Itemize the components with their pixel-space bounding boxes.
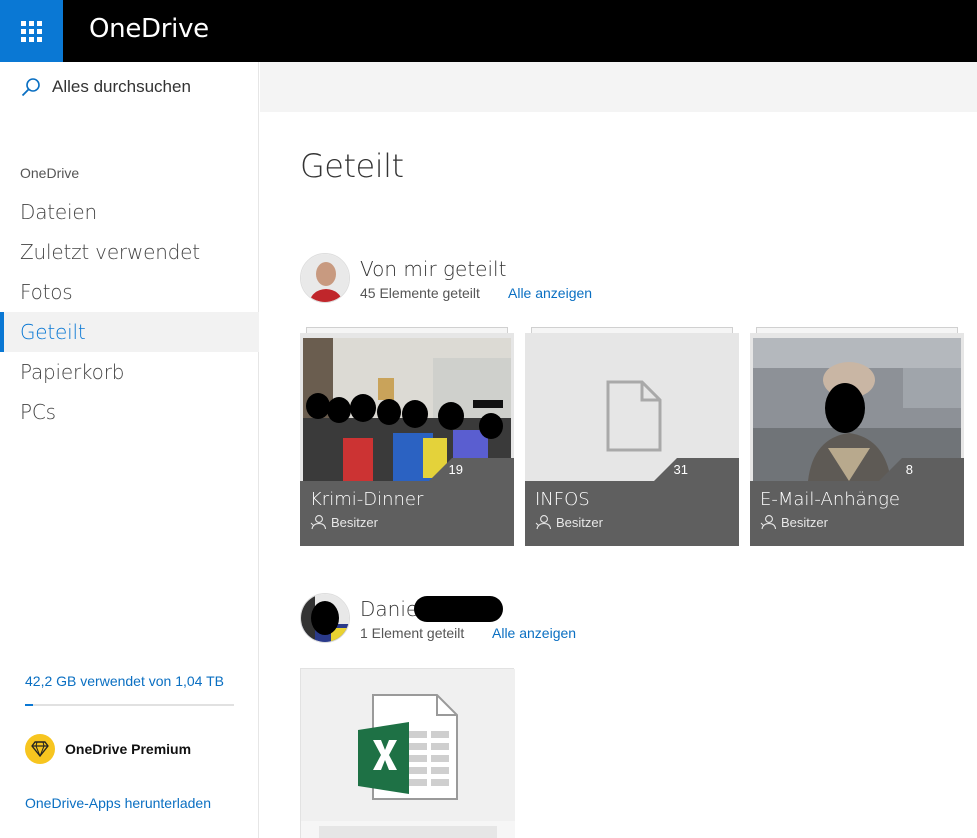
tile-stack-edge	[531, 327, 733, 333]
tile-stack-edge	[306, 327, 508, 333]
app-launcher-icon	[21, 20, 42, 42]
search-icon	[21, 78, 40, 97]
command-bar	[260, 62, 977, 112]
folder-tile[interactable]: 8 E-Mail-Anhänge Besitzer	[750, 327, 964, 546]
folder-tile[interactable]: 31 INFOS Besitzer	[525, 327, 739, 546]
tile-stack-edge	[756, 327, 958, 333]
folder-role: Besitzer	[760, 514, 828, 530]
nav-list: Dateien Zuletzt verwendet Fotos Geteilt …	[0, 192, 259, 432]
nav-item-geteilt[interactable]: Geteilt	[0, 312, 259, 352]
excel-file-thumbnail	[301, 669, 515, 838]
person-icon	[760, 515, 776, 530]
folder-role: Besitzer	[310, 514, 378, 530]
premium-label: OneDrive Premium	[65, 741, 192, 757]
folder-role: Besitzer	[535, 514, 603, 530]
diamond-icon	[25, 734, 55, 764]
folder-role-label: Besitzer	[556, 514, 603, 530]
file-tile[interactable]	[300, 668, 515, 838]
top-bar: OneDrive	[0, 0, 977, 62]
avatar[interactable]	[300, 253, 350, 303]
folder-name: E-Mail-Anhänge	[760, 489, 900, 510]
page-title: Geteilt	[300, 147, 404, 185]
group-item-count: 45 Elemente geteilt	[360, 285, 480, 301]
group-owner-name: Von mir geteilt	[360, 257, 507, 281]
folder-role-label: Besitzer	[781, 514, 828, 530]
folder-name: INFOS	[535, 489, 590, 510]
premium-button[interactable]: OneDrive Premium	[25, 734, 191, 764]
folder-tile[interactable]: 19 Krimi-Dinner Besitzer	[300, 327, 514, 546]
nav-item-dateien[interactable]: Dateien	[0, 192, 259, 232]
person-icon	[310, 515, 326, 530]
nav-item-zuletzt-verwendet[interactable]: Zuletzt verwendet	[0, 232, 259, 272]
storage-usage-link[interactable]: 42,2 GB verwendet von 1,04 TB	[25, 673, 224, 689]
nav-section-heading: OneDrive	[20, 165, 80, 181]
nav-item-papierkorb[interactable]: Papierkorb	[0, 352, 259, 392]
search-box[interactable]: Alles durchsuchen	[0, 62, 259, 112]
avatar[interactable]	[300, 593, 350, 643]
app-title[interactable]: OneDrive	[89, 14, 209, 44]
show-all-link[interactable]: Alle anzeigen	[508, 285, 592, 301]
sidebar: Alles durchsuchen OneDrive Dateien Zulet…	[0, 62, 259, 838]
redaction-mark	[414, 596, 503, 622]
person-icon	[535, 515, 551, 530]
nav-item-pcs[interactable]: PCs	[0, 392, 259, 432]
excel-icon	[358, 722, 409, 794]
storage-bar	[25, 704, 234, 706]
app-launcher-button[interactable]	[0, 0, 63, 62]
folder-name: Krimi-Dinner	[310, 489, 424, 510]
show-all-link[interactable]: Alle anzeigen	[492, 625, 576, 641]
download-apps-link[interactable]: OneDrive-Apps herunterladen	[25, 795, 211, 811]
group-item-count: 1 Element geteilt	[360, 625, 465, 641]
folder-role-label: Besitzer	[331, 514, 378, 530]
search-placeholder[interactable]: Alles durchsuchen	[52, 77, 191, 97]
nav-item-fotos[interactable]: Fotos	[0, 272, 259, 312]
storage-bar-fill	[25, 704, 34, 706]
